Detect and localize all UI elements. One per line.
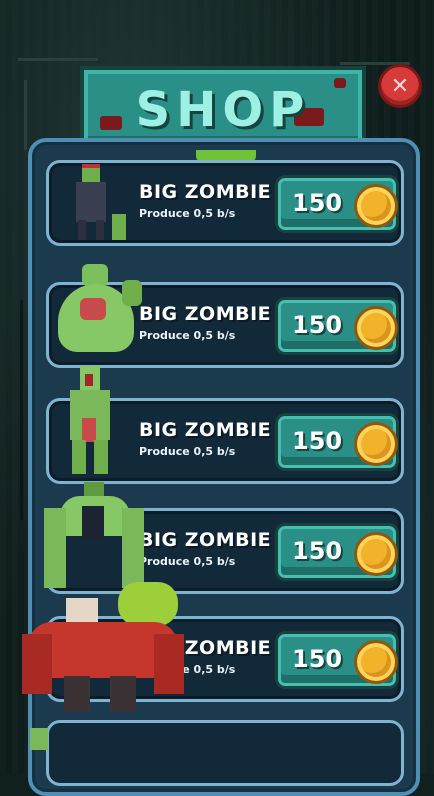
buy-button[interactable]: 150 xyxy=(275,631,399,689)
buy-button[interactable]: 150 xyxy=(275,297,399,355)
coin-icon xyxy=(354,184,398,228)
item-name: BIG ZOMBIE xyxy=(139,419,272,441)
zombie-portrait-5 xyxy=(18,578,188,718)
shop-title: SHOP xyxy=(135,82,311,138)
coin-icon xyxy=(354,532,398,576)
zombie-portrait-1 xyxy=(66,160,136,244)
price-value: 150 xyxy=(292,189,343,217)
close-button[interactable]: ✕ xyxy=(378,64,422,108)
item-description: Produce 0,5 b/s xyxy=(139,207,236,220)
item-description: Produce 0,5 b/s xyxy=(139,329,236,342)
coin-icon xyxy=(354,640,398,684)
price-value: 150 xyxy=(292,537,343,565)
background-crack xyxy=(20,300,23,520)
close-icon: ✕ xyxy=(390,73,410,99)
item-name: BIG ZOMBIE xyxy=(139,181,272,203)
coin-icon xyxy=(354,306,398,350)
shop-item-partial xyxy=(46,720,404,786)
price-value: 150 xyxy=(292,427,343,455)
buy-button[interactable]: 150 xyxy=(275,175,399,233)
item-description: Produce 0,5 b/s xyxy=(139,555,236,568)
buy-button[interactable]: 150 xyxy=(275,523,399,581)
zombie-mini-icon xyxy=(30,728,48,750)
buy-button[interactable]: 150 xyxy=(275,413,399,471)
item-description: Produce 0,5 b/s xyxy=(139,445,236,458)
item-name: BIG ZOMBIE xyxy=(139,529,272,551)
item-name: BIG ZOMBIE xyxy=(139,303,272,325)
wire-decoration xyxy=(18,58,98,61)
zombie-portrait-2 xyxy=(50,262,146,360)
price-value: 150 xyxy=(292,311,343,339)
price-value: 150 xyxy=(292,645,343,673)
zombie-portrait-3 xyxy=(52,364,122,476)
coin-icon xyxy=(354,422,398,466)
wire-decoration xyxy=(24,80,27,150)
